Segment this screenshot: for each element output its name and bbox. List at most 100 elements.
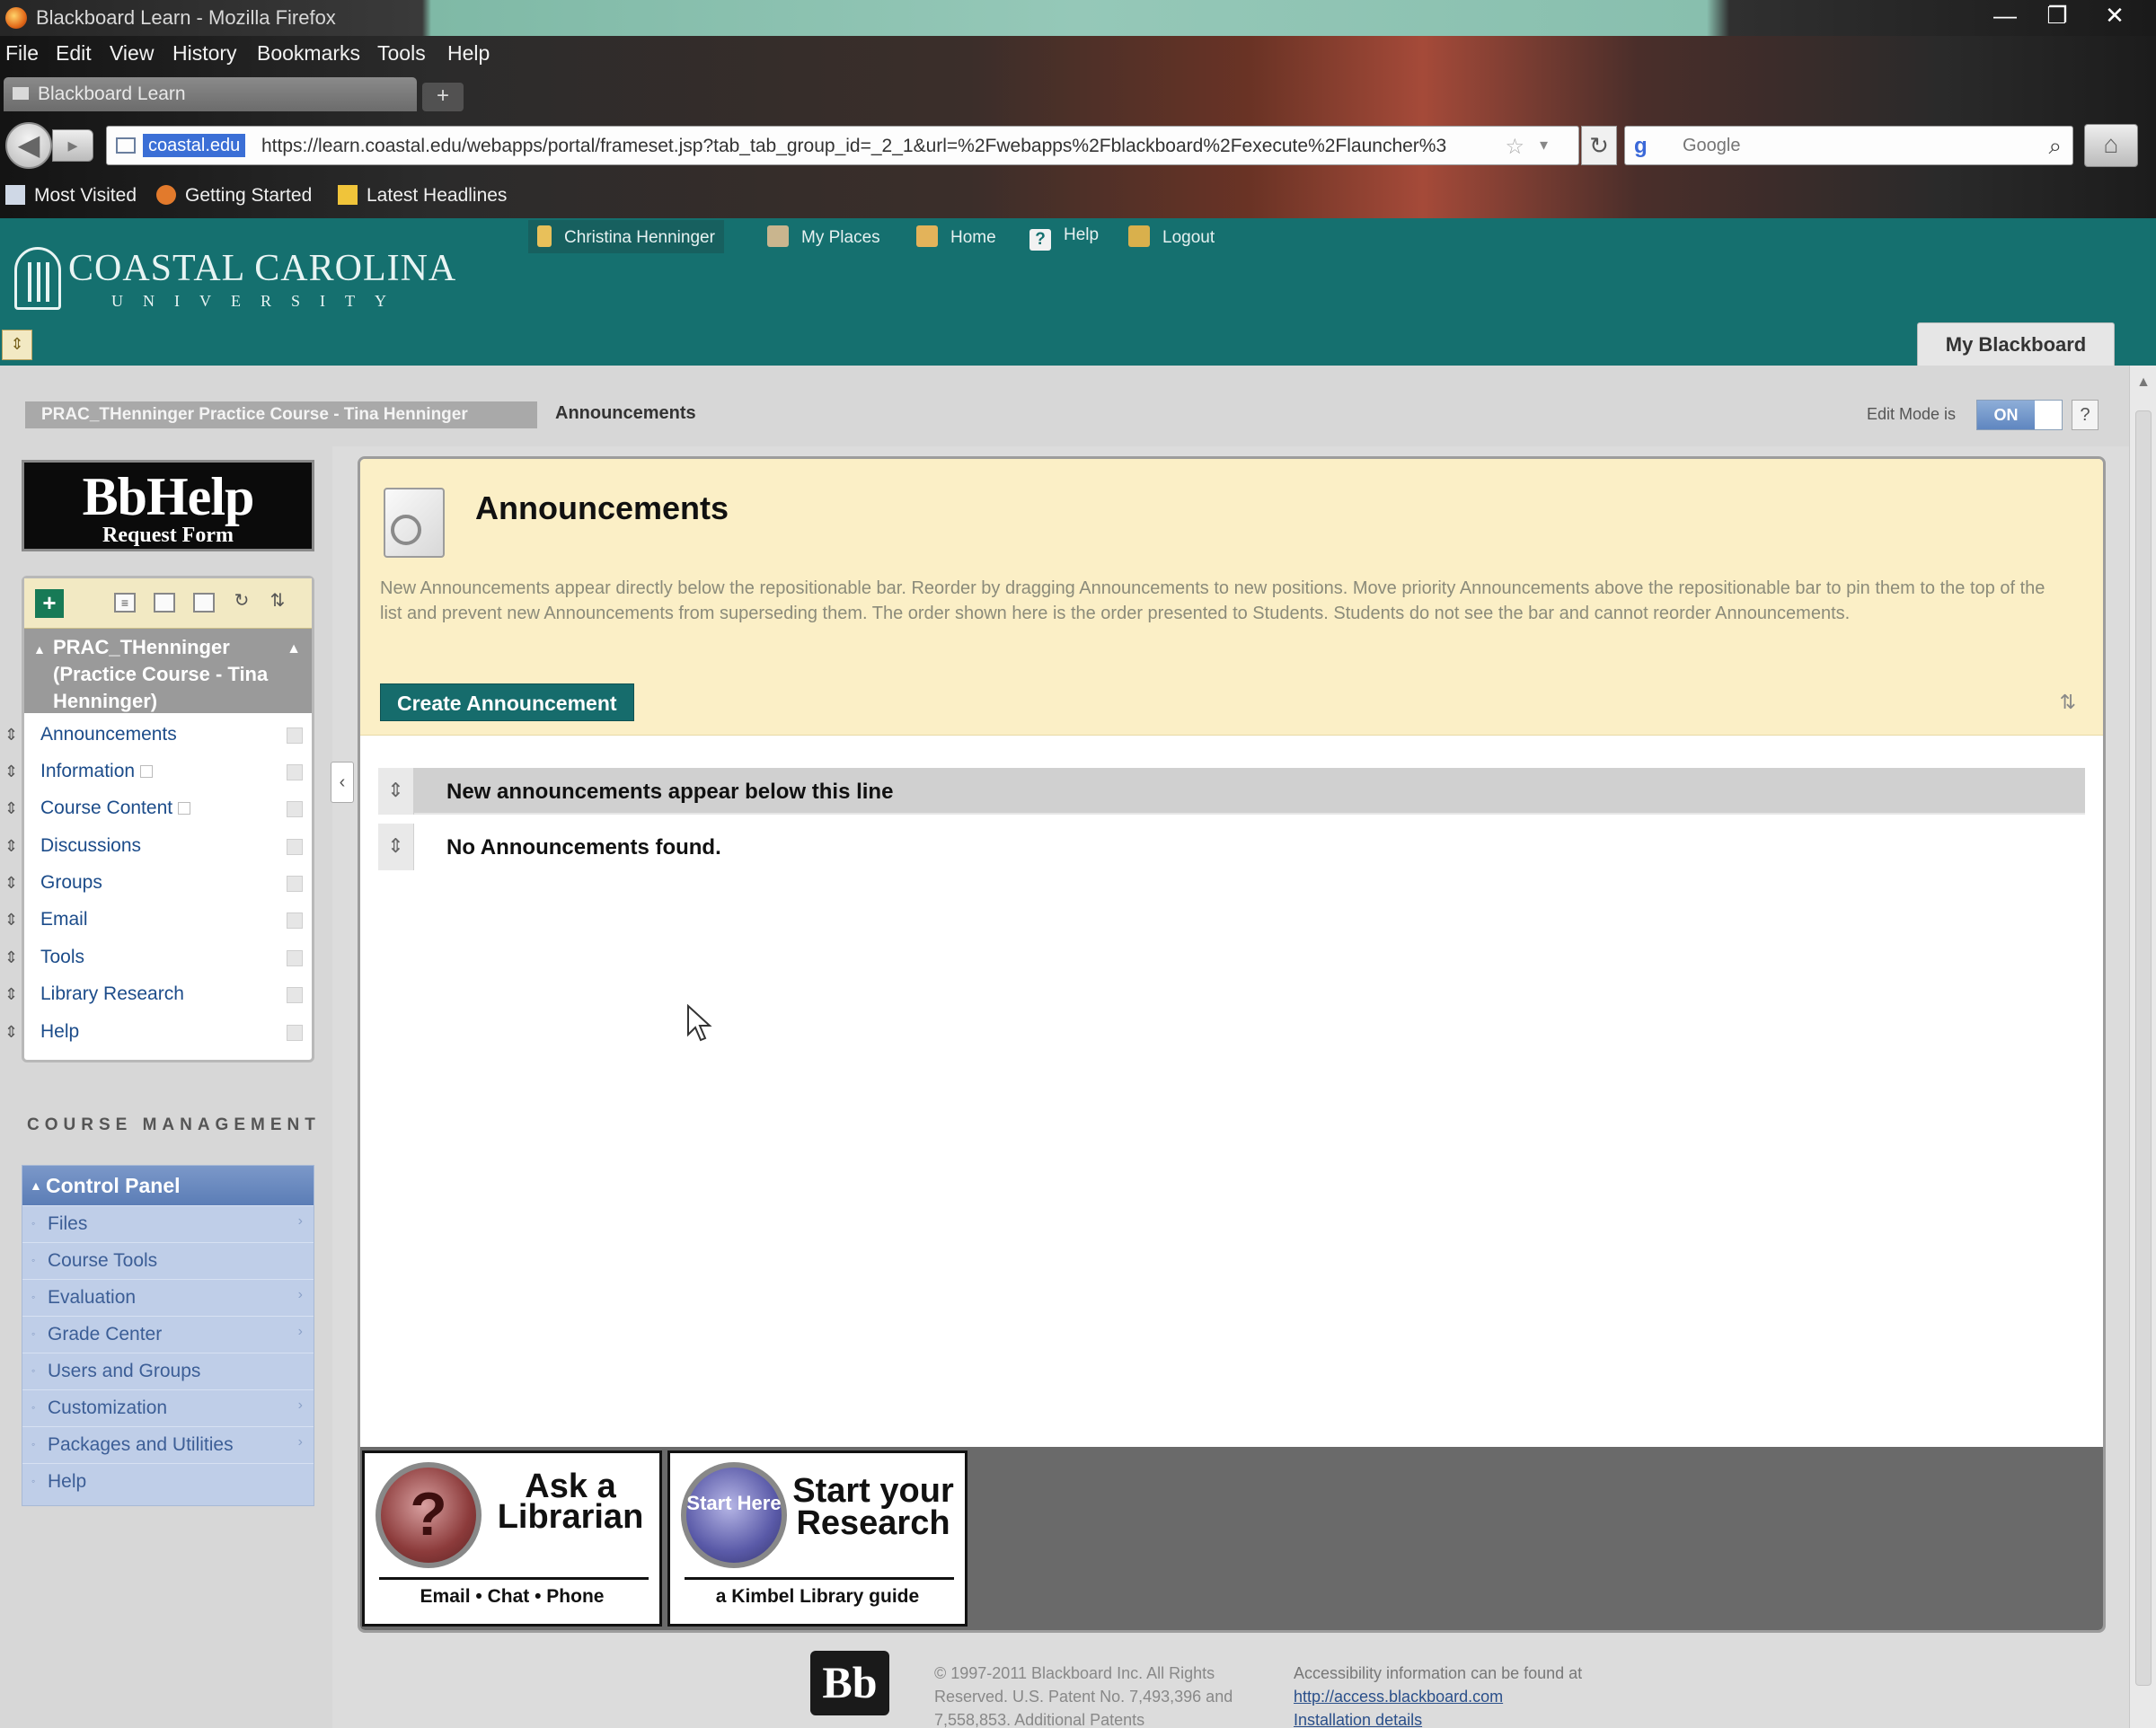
reorder-icon[interactable]: ⇅ <box>267 592 288 613</box>
control-panel-header[interactable]: ▲ Control Panel <box>22 1166 314 1205</box>
repositionable-bar[interactable]: ⇕ New announcements appear below this li… <box>378 768 2085 815</box>
bookmark-most-visited[interactable]: Most Visited <box>5 185 137 207</box>
drag-handle-icon[interactable]: ⇕ <box>4 761 18 784</box>
control-panel-item-course-tools[interactable]: ◦ Course Tools <box>22 1242 314 1278</box>
url-dropdown-icon[interactable]: ▾ <box>1540 136 1548 154</box>
course-menu-item-tools[interactable]: ⇕ Tools <box>4 939 312 975</box>
course-menu-up-icon[interactable]: ▲ <box>287 636 301 663</box>
drag-handle-icon[interactable]: ⇕ <box>4 724 18 747</box>
my-blackboard-tab[interactable]: My Blackboard <box>1917 322 2115 366</box>
restore-button[interactable]: ❐ <box>2032 2 2082 31</box>
course-menu-item-library-research[interactable]: ⇕ Library Research <box>4 976 312 1012</box>
drag-handle-icon[interactable]: ⇕ <box>378 768 414 815</box>
bbhelp-request-form-banner[interactable]: BbHelp Request Form <box>22 460 314 551</box>
reload-button[interactable]: ↻ <box>1581 126 1617 165</box>
search-icon[interactable]: ⌕ <box>2048 132 2062 161</box>
search-bar[interactable]: g ⌕ <box>1624 126 2073 165</box>
start-your-research-banner[interactable]: Start Here Start your Research a Kimbel … <box>667 1450 968 1627</box>
tab-blackboard-learn[interactable]: Blackboard Learn <box>4 77 417 111</box>
bookmark-star-icon[interactable]: ☆ <box>1505 134 1524 160</box>
control-panel-item-files[interactable]: ◦ Files › <box>22 1205 314 1241</box>
scrollbar-thumb[interactable] <box>2135 410 2152 1686</box>
course-menu-item-email[interactable]: ⇕ Email <box>4 902 312 938</box>
minimize-button[interactable]: — <box>1980 2 2030 31</box>
blackboard-logo[interactable]: Bb <box>810 1651 889 1715</box>
university-logo[interactable]: COASTAL CAROLINA UNIVERSITY <box>13 243 455 319</box>
drag-handle-icon[interactable]: ⇕ <box>4 947 18 970</box>
reorder-icon[interactable]: ⇅ <box>2060 691 2076 714</box>
new-window-icon[interactable] <box>193 593 215 613</box>
item-options-icon[interactable] <box>287 950 303 966</box>
drag-handle-icon[interactable]: ⇕ <box>4 835 18 859</box>
item-options-icon[interactable] <box>287 839 303 855</box>
drag-handle-icon[interactable]: ⇕ <box>378 824 414 870</box>
menu-help[interactable]: Help <box>447 41 490 66</box>
control-panel-item-packages-and-utilities[interactable]: ◦ Packages and Utilities › <box>22 1426 314 1462</box>
menu-history[interactable]: History <box>172 41 237 66</box>
back-button[interactable]: ◀ <box>5 122 52 169</box>
search-engine-icon[interactable]: g <box>1634 134 1648 159</box>
add-menu-item-button[interactable]: + <box>35 589 64 618</box>
breadcrumb-bar: PRAC_THenninger Practice Course - Tina H… <box>0 366 2129 446</box>
folder-view-icon[interactable] <box>154 593 175 613</box>
site-identity-label[interactable]: coastal.edu <box>143 134 246 157</box>
home-button[interactable]: ⌂ <box>2084 124 2138 167</box>
nav-user-name[interactable]: Christina Henninger <box>528 220 724 253</box>
address-bar[interactable]: coastal.edu https://learn.coastal.edu/we… <box>106 126 1579 165</box>
collapse-menu-button[interactable]: ‹ <box>331 762 354 803</box>
page-scrollbar[interactable]: ▲ <box>2129 366 2156 1728</box>
item-options-icon[interactable] <box>287 912 303 929</box>
drag-handle-icon[interactable]: ⇕ <box>4 909 18 932</box>
item-options-icon[interactable] <box>287 987 303 1003</box>
ask-a-librarian-banner[interactable]: ? Ask a Librarian Email • Chat • Phone <box>362 1450 662 1627</box>
new-tab-button[interactable]: + <box>422 83 464 111</box>
drag-handle-icon[interactable]: ⇕ <box>4 872 18 895</box>
nav-help[interactable]: ? Help <box>1029 225 1099 251</box>
installation-details-link[interactable]: Installation details <box>1294 1708 1671 1728</box>
course-menu-title[interactable]: ▲ PRAC_THenninger (Practice Course - Tin… <box>24 629 312 713</box>
course-map-icon[interactable]: ⇕ <box>2 330 32 360</box>
forward-button[interactable]: ▸ <box>52 129 93 162</box>
item-options-icon[interactable] <box>287 764 303 780</box>
accessibility-link[interactable]: http://access.blackboard.com <box>1294 1685 1671 1708</box>
control-panel-item-grade-center[interactable]: ◦ Grade Center › <box>22 1316 314 1352</box>
search-input[interactable] <box>1683 132 2024 159</box>
item-options-icon[interactable] <box>287 1025 303 1041</box>
control-panel-item-help[interactable]: ◦ Help <box>22 1463 314 1499</box>
item-options-icon[interactable] <box>287 876 303 892</box>
nav-logout[interactable]: Logout <box>1128 225 1215 248</box>
edit-mode-help-button[interactable]: ? <box>2072 400 2099 430</box>
drag-handle-icon[interactable]: ⇕ <box>4 1021 18 1045</box>
breadcrumb-course[interactable]: PRAC_THenninger Practice Course - Tina H… <box>25 401 537 428</box>
edit-mode-toggle[interactable]: ON <box>1976 400 2063 430</box>
item-options-icon[interactable] <box>287 727 303 744</box>
menu-view[interactable]: View <box>110 41 154 66</box>
url-text[interactable]: https://learn.coastal.edu/webapps/portal… <box>261 136 1627 157</box>
scroll-up-icon[interactable]: ▲ <box>2130 375 2156 401</box>
list-view-icon[interactable]: ≡ <box>114 593 136 613</box>
menu-file[interactable]: File <box>5 41 39 66</box>
course-menu-item-help[interactable]: ⇕ Help <box>4 1014 312 1050</box>
course-menu-item-discussions[interactable]: ⇕ Discussions <box>4 828 312 864</box>
nav-home[interactable]: Home <box>916 225 996 248</box>
close-button[interactable]: ✕ <box>2090 2 2140 31</box>
create-announcement-button[interactable]: Create Announcement <box>380 683 634 721</box>
bookmark-getting-started[interactable]: Getting Started <box>156 185 312 207</box>
menu-bookmarks[interactable]: Bookmarks <box>257 41 360 66</box>
bookmark-latest-headlines[interactable]: Latest Headlines <box>338 185 507 207</box>
course-menu-item-course-content[interactable]: ⇕ Course Content <box>4 790 312 826</box>
menu-edit[interactable]: Edit <box>56 41 92 66</box>
drag-handle-icon[interactable]: ⇕ <box>4 983 18 1007</box>
control-panel-item-evaluation[interactable]: ◦ Evaluation › <box>22 1279 314 1315</box>
drag-handle-icon[interactable]: ⇕ <box>4 798 18 821</box>
home-icon: ⌂ <box>2103 130 2119 158</box>
menu-tools[interactable]: Tools <box>377 41 426 66</box>
course-menu-item-information[interactable]: ⇕ Information <box>4 754 312 789</box>
control-panel-item-customization[interactable]: ◦ Customization › <box>22 1389 314 1425</box>
control-panel-item-users-and-groups[interactable]: ◦ Users and Groups <box>22 1353 314 1389</box>
nav-my-places[interactable]: My Places <box>767 225 880 248</box>
refresh-icon[interactable]: ↻ <box>231 592 252 613</box>
item-options-icon[interactable] <box>287 801 303 817</box>
course-menu-item-announcements[interactable]: ⇕ Announcements <box>4 717 312 753</box>
course-menu-item-groups[interactable]: ⇕ Groups <box>4 865 312 901</box>
